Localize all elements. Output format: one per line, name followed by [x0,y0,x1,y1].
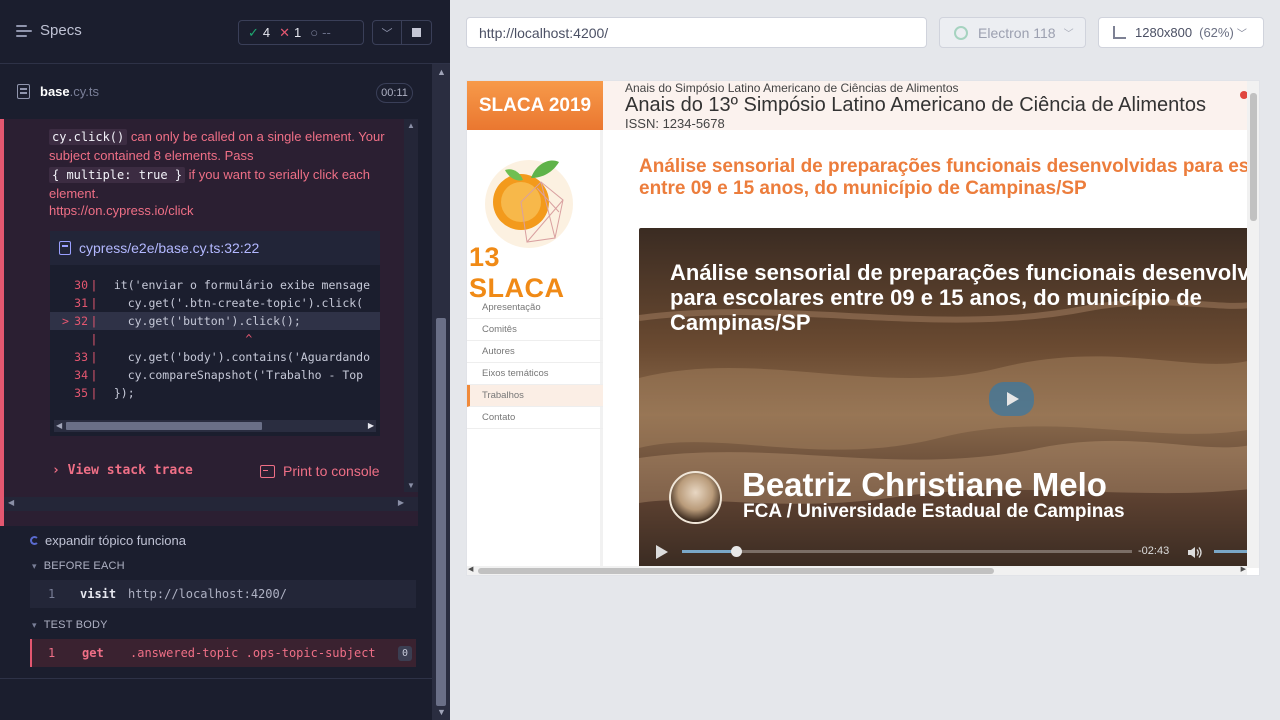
play-icon[interactable] [656,545,668,559]
expand-collapse-button[interactable]: ﹀ [372,20,402,45]
code-line: 35 | }); [74,386,135,400]
view-stack-trace-button[interactable]: › View stack trace [52,463,193,478]
file-icon [59,241,71,255]
play-icon [1007,392,1019,406]
site-issn: ISSN: 1234-5678 [625,116,725,131]
specs-title-label: Specs [40,22,82,39]
speaker-affiliation: FCA / Universidade Estadual de Campinas [743,501,1125,522]
chevron-down-icon: ﹀ [381,27,393,40]
nav-item-contato[interactable]: Contato [467,407,603,429]
site-title: Anais do 13º Simpósio Latino Americano d… [625,94,1206,116]
site-supertitle: Anais do Simpósio Latino Americano de Ci… [625,81,959,95]
aut-vertical-scrollbar[interactable] [1247,81,1259,568]
spec-duration-badge: 00:11 [376,83,413,103]
terminal-icon [260,464,275,478]
docs-link[interactable]: https://on.cypress.io/click [49,203,194,218]
reporter-vertical-scrollbar[interactable]: ▲ ▼ [432,64,450,720]
running-spinner-icon [30,536,39,545]
code-lines: 30 | it('enviar o formulário exibe mensag… [50,276,380,402]
passed-count: 4 [262,25,271,40]
stop-icon [412,28,421,37]
chevron-down-icon: ▾ [32,619,37,630]
video-title: Análise sensorial de preparações funcion… [670,260,1259,335]
error-message: cy.click() can only be called on a singl… [49,129,385,201]
failed-icon: ✕ [279,24,291,40]
hook-before-each[interactable]: ▾ BEFORE EACH [32,560,125,572]
pending-icon: ○ [310,25,319,40]
test-item[interactable]: expandir tópico funciona [30,533,186,548]
site-nav: Apresentação Comitês Autores Eixos temát… [467,297,603,429]
error-panel: cy.click() can only be called on a singl… [0,119,418,526]
site-logo[interactable]: SLACA 2019 [467,81,603,130]
nav-item-eixos[interactable]: Eixos temáticos [467,363,603,385]
error-code-chip: cy.click() [49,129,128,145]
stop-button[interactable] [402,20,432,45]
logo-text: 13 SLACA [469,242,565,303]
aut-horizontal-scrollbar[interactable]: ◀ ▶ [467,566,1247,575]
speaker-avatar [669,471,722,524]
specs-header: Specs ✓ 4 ✕ 1 ○ -- ﹀ [0,0,450,64]
code-line: 34 | cy.compareSnapshot('Trabalho - Top [74,368,364,382]
test-stats: ✓ 4 ✕ 1 ○ -- [238,20,364,45]
command-row[interactable]: 1 visit http://localhost:4200/ [30,580,416,608]
video-controls: -02:43 [639,538,1259,568]
error-code-chip: { multiple: true } [49,167,186,183]
nav-item-apresentacao[interactable]: Apresentação [467,297,603,319]
pending-count: -- [322,25,331,40]
specs-toggle[interactable]: Specs [16,22,82,39]
code-line: 30 | it('enviar o formulário exibe mensag… [74,278,371,292]
code-horizontal-scrollbar[interactable]: ◀ ▶ [54,420,376,432]
article-title: Análise sensorial de preparações funcion… [639,156,1260,199]
reporter-panel: Specs ✓ 4 ✕ 1 ○ -- ﹀ base.cy.ts 00:11 cy.cl… [0,0,450,720]
ruler-icon [1113,26,1126,39]
spec-file-row[interactable]: base.cy.ts 00:11 [0,65,432,119]
nav-item-autores[interactable]: Autores [467,341,603,363]
nav-item-comites[interactable]: Comitês [467,319,603,341]
passed-icon: ✓ [248,24,259,40]
volume-icon[interactable] [1187,546,1203,559]
failed-count: 1 [294,25,302,40]
url-bar[interactable]: http://localhost:4200/ [466,17,927,48]
element-count-badge: 0 [398,646,412,661]
code-line: 31 | cy.get('.btn-create-topic').click( [74,296,364,310]
chevron-down-icon: ▾ [32,560,37,571]
code-line: 33 | cy.get('body').contains('Aguardando [74,350,371,364]
code-frame: cypress/e2e/base.cy.ts:32:22 30 | it('env… [50,231,380,436]
hook-test-body[interactable]: ▾ TEST BODY [32,619,108,631]
nav-item-trabalhos[interactable]: Trabalhos [467,385,603,407]
chevron-down-icon: ﹀ [1236,29,1247,40]
browser-selector[interactable]: Electron 118 ﹀ [939,17,1086,48]
video-player[interactable]: Análise sensorial de preparações funcion… [639,228,1259,568]
video-time: -02:43 [1138,545,1170,557]
viewport-selector[interactable]: 1280x800 (62%) ﹀ [1098,17,1264,48]
site-sidebar: 13 SLACA Apresentação Comitês Autores Ei… [467,130,603,575]
print-to-console-button[interactable]: Print to console [260,463,380,479]
error-horizontal-scrollbar[interactable]: ◀ ▶ [4,497,418,511]
seek-handle[interactable] [731,546,742,557]
speaker-name: Beatriz Christiane Melo [742,466,1107,503]
code-line: >32 | cy.get('button').click(); [50,312,380,330]
document-icon [17,84,30,99]
code-line: | ^ [90,332,253,346]
current-line-marker: > [62,314,69,328]
app-under-test: SLACA 2019 Anais do Simpósio Latino Amer… [466,80,1260,576]
chevron-down-icon: ﹀ [1063,29,1074,40]
code-frame-path[interactable]: cypress/e2e/base.cy.ts:32:22 [50,231,380,265]
video-seek-bar[interactable] [682,546,1132,557]
big-play-button[interactable] [989,382,1034,416]
spec-file-name: base.cy.ts [40,84,100,99]
error-vertical-scrollbar[interactable]: ▲ ▼ [404,119,418,492]
command-row-failed[interactable]: 1 get .answered-topic .ops-topic-subject… [30,639,416,667]
electron-icon [954,25,968,40]
menu-icon [16,24,32,38]
video-progress [682,550,736,553]
